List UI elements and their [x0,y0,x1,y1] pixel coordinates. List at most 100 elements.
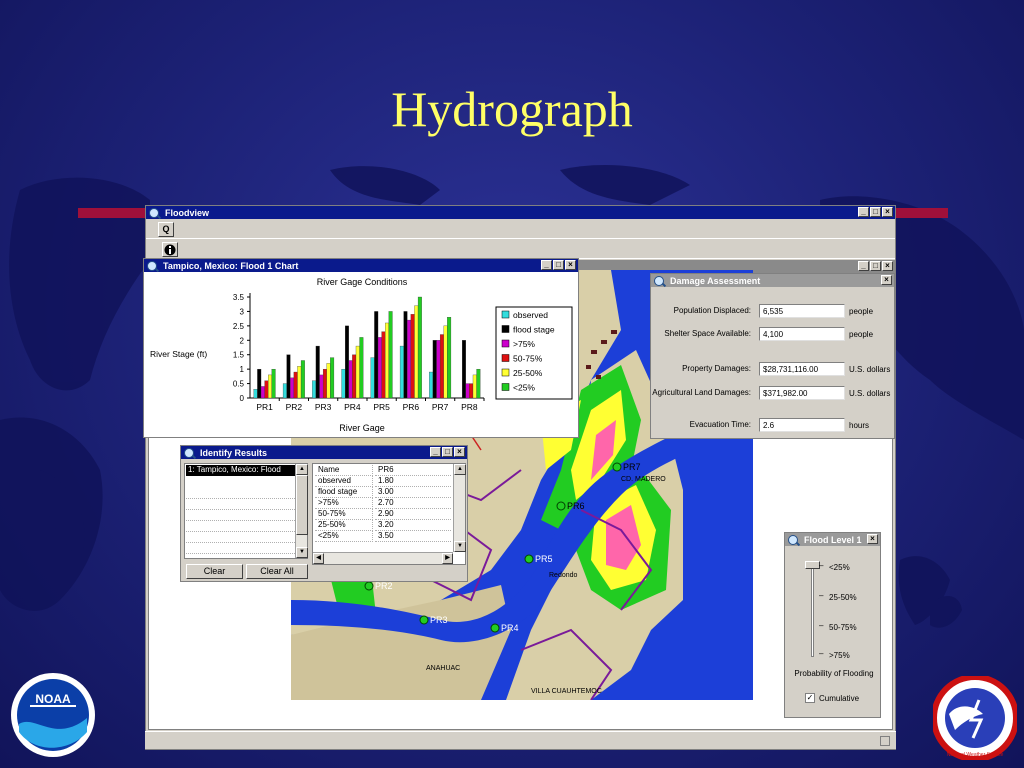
magnifier-icon [149,207,159,218]
close-button[interactable]: × [882,207,893,217]
map-maximize-button[interactable]: □ [870,261,881,271]
y-tick-label: 3.5 [233,293,245,302]
chart-maximize-button[interactable]: □ [553,260,564,270]
magnifier-icon [654,275,664,286]
column-header-value: PR6 [375,465,451,476]
chart-xlabel: River Gage [339,423,385,433]
map-label-pr5: PR5 [535,554,553,564]
identify-list[interactable]: 1: Tampico, Mexico: Flood ▲ ▼ [184,463,308,559]
chart-bar--75- [319,374,324,399]
chart-bar-25-50- [414,305,419,399]
shelter-field[interactable]: 4,100 [759,327,845,341]
scroll-left-arrow[interactable]: ◀ [313,553,324,564]
clear-all-button[interactable]: Clear All [246,564,308,579]
chart-window[interactable]: Tampico, Mexico: Flood 1 Chart _ □ × Riv… [143,258,579,438]
identify-results-window[interactable]: Identify Results _ □ × 1: Tampico, Mexic… [180,445,468,582]
chart-bar--25- [388,311,393,399]
scroll-up-arrow[interactable]: ▲ [296,464,308,475]
identify-minimize-button[interactable]: _ [430,447,441,457]
evacuation-field[interactable]: 2.6 [759,418,845,432]
identify-maximize-button[interactable]: □ [442,447,453,457]
chart-close-button[interactable]: × [565,260,576,270]
chart-bar-50-75- [322,368,327,399]
chart-bar-flood-stage [432,340,437,399]
property-label: Property Damages: [682,364,751,373]
chart-bar-flood-stage [286,354,291,399]
slider-tick-mark: – [819,621,824,630]
maximize-button[interactable]: □ [870,207,881,217]
chart-title: River Gage Conditions [317,277,408,287]
map-close-button[interactable]: × [882,261,893,271]
y-tick-label: 1 [240,365,245,374]
map-label-pr4: PR4 [501,623,519,633]
slide-background: Hydrograph Floodview _ □ × Q _ □ × PR7 P… [0,0,1024,768]
property-field[interactable]: $28,731,116.00 [759,362,845,376]
chart-bar-flood-stage [315,345,320,399]
chart-bar-50-75- [293,371,298,399]
table-row-value: 3.00 [375,487,451,498]
flood-level-slider-thumb[interactable] [805,561,820,569]
scroll-down-arrow[interactable]: ▼ [296,547,308,558]
query-button[interactable]: Q [158,222,174,237]
legend-entry: <25% [513,383,535,393]
scroll-down-arrow[interactable]: ▼ [454,541,466,552]
flood-level-titlebar[interactable]: Flood Level 1 × [785,533,880,546]
map-label-anahuac: ANAHUAC [426,665,461,672]
nws-logo: National Weather Service [933,676,1017,760]
identify-title: Identify Results [200,447,268,458]
map-label-pr3: PR3 [430,615,448,625]
list-scrollbar[interactable]: ▲ ▼ [295,464,308,558]
table-h-scrollbar[interactable]: ◀ ▶ [313,552,453,564]
resize-grip-icon[interactable] [880,736,890,746]
identify-attribute-table[interactable]: Name PR6 observed 1.80 flood stage 3.00 … [312,463,466,565]
legend-entry: 50-75% [513,354,543,364]
chart-bar-observed [370,357,375,399]
identify-titlebar[interactable]: Identify Results _ □ × [181,446,467,459]
x-tick-label: PR2 [286,402,303,412]
agricultural-field[interactable]: $371,982.00 [759,386,845,400]
map-minimize-button[interactable]: _ [858,261,869,271]
status-bar [145,731,896,749]
table-v-scrollbar[interactable]: ▲ ▼ [453,464,466,552]
chart-bar-observed [341,368,346,399]
chart-bar--75- [377,337,382,399]
clear-button[interactable]: Clear [186,564,243,579]
flood-level-option: 50-75% [829,623,857,632]
flood-level-option: <25% [829,563,850,572]
damage-assessment-window[interactable]: Damage Assessment × Population Displaced… [650,273,895,439]
identify-close-button[interactable]: × [454,447,465,457]
scroll-thumb[interactable] [296,475,308,535]
cumulative-checkbox[interactable]: ✓ [805,693,815,703]
list-blank-row [186,543,295,554]
table-row-name: 25-50% [315,520,373,531]
chart-bar--25- [330,357,335,399]
flood-level-window[interactable]: Flood Level 1 × – <25% – 25-50% – 50-75%… [784,532,881,718]
flood-level-close-button[interactable]: × [867,534,878,544]
identify-list-item[interactable]: 1: Tampico, Mexico: Flood [186,465,295,476]
chart-titlebar[interactable]: Tampico, Mexico: Flood 1 Chart _ □ × [144,259,578,272]
map-label-pr6: PR6 [567,501,585,511]
info-button[interactable] [162,242,178,257]
agricultural-label: Agricultural Land Damages: [652,388,751,397]
chart-minimize-button[interactable]: _ [541,260,552,270]
floodview-titlebar[interactable]: Floodview _ □ × [146,206,895,219]
chart-bar--75- [436,340,441,399]
population-unit: people [849,307,874,316]
table-row-value: 3.50 [375,531,451,542]
minimize-button[interactable]: _ [858,207,869,217]
damage-close-button[interactable]: × [881,275,892,285]
flood-level-slider-track[interactable] [811,563,814,657]
legend-swatch [501,339,510,348]
floodview-title: Floodview [165,207,210,218]
legend-entry: 25-50% [513,368,543,378]
chart-bar--75- [290,377,295,399]
y-tick-label: 2 [240,336,245,345]
damage-titlebar[interactable]: Damage Assessment × [651,274,894,287]
flood-level-title: Flood Level 1 [804,534,862,545]
population-field[interactable]: 6,535 [759,304,845,318]
chart-bar-50-75- [264,380,269,399]
scroll-right-arrow[interactable]: ▶ [442,553,453,564]
table-row-value: 2.70 [375,498,451,509]
scroll-up-arrow[interactable]: ▲ [454,464,466,475]
y-tick-label: 0 [240,394,245,403]
